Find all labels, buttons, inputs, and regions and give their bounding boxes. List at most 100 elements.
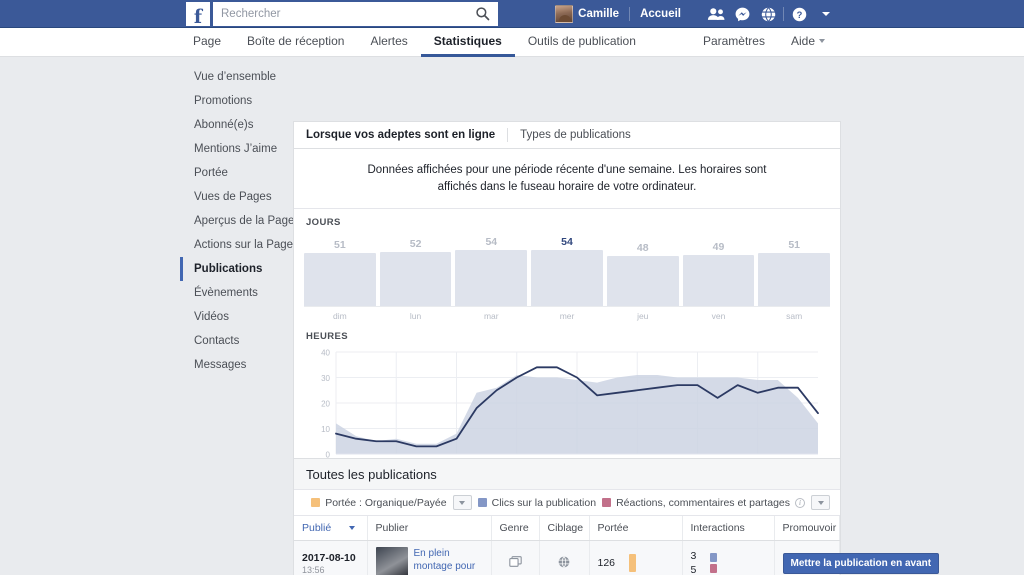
photo-album-icon [508,556,522,570]
divider [629,7,631,21]
day-value-label: 51 [334,239,346,252]
svg-text:?: ? [796,9,802,19]
legend-swatch-clicks [477,498,487,507]
day-bar-rect [531,250,603,307]
all-posts-card: Toutes les publications Portée : Organiq… [293,458,940,575]
day-label-text: ven [711,311,726,322]
day-value-label: 48 [636,242,649,255]
page-nav-left: Page Boîte de réception Alertes Statisti… [180,28,649,57]
search-icon[interactable] [475,6,490,21]
column-header-reach[interactable]: Portée [589,516,683,541]
facebook-logo-icon[interactable]: f [186,2,210,27]
day-value-label: 51 [788,239,801,252]
legend-swatch-reach [311,498,321,507]
day-value-label: 49 [712,241,725,254]
engagement-metric-dropdown[interactable] [811,495,830,510]
tab-statistiques[interactable]: Statistiques [420,28,515,57]
chart-legend: Portée : Organique/Payée Clics sur la pu… [294,490,840,516]
day-axis-label-dim: dim [304,307,376,321]
sidebar-item-likes[interactable]: Mentions J’aime [180,137,288,161]
search-box[interactable] [213,2,498,26]
cell-targeting [539,540,590,575]
day-axis-label-ven: ven [683,307,755,321]
day-label-text: sam [786,311,803,322]
day-label-text: dim [333,311,347,322]
sidebar-item-events[interactable]: Évènements [180,281,288,305]
tab-when-followers-online[interactable]: Lorsque vos adeptes sont en ligne [294,122,507,148]
reactions-bar [710,564,718,573]
reach-metric-dropdown[interactable] [452,495,472,510]
post-time: 13:56 [302,565,325,575]
hours-section-label: HEURES [306,331,348,343]
day-axis-label-mer: mer [531,307,603,321]
reach-value: 126 [597,557,616,569]
boost-post-button[interactable]: Mettre la publication en avant [782,552,940,574]
day-bar-sam[interactable]: 51 [758,239,831,307]
sidebar-item-overview[interactable]: Vue d’ensemble [180,65,288,89]
day-bar-dim[interactable]: 51 [304,239,376,307]
tab-settings[interactable]: Paramètres [690,28,778,57]
column-header-promote[interactable]: Promouvoir [774,516,840,541]
column-header-targeting[interactable]: Ciblage [539,516,590,541]
sidebar-item-messages[interactable]: Messages [180,353,288,377]
column-header-published[interactable]: Publié [294,516,368,541]
sidebar-item-publications[interactable]: Publications [180,257,288,281]
post-thumbnail[interactable] [375,547,408,575]
sidebar-item-promotions[interactable]: Promotions [180,89,288,113]
account-shortcut[interactable]: Camille [547,0,627,28]
help-label: Aide [790,34,815,48]
legend-label-reach: Portée : Organique/Payée [325,496,447,509]
tab-alerts[interactable]: Alertes [357,28,420,57]
help-icon[interactable]: ? [786,0,812,28]
account-menu-caret[interactable] [812,0,838,28]
sidebar-item-page-views[interactable]: Vues de Pages [180,185,288,209]
column-header-post[interactable]: Publier [367,516,492,541]
day-bar-mar[interactable]: 54 [455,236,528,307]
page-navigation-bar: Page Boîte de réception Alertes Statisti… [0,28,1024,57]
table-row[interactable]: 2017-08-1013:56 En plein montage pour ma … [294,540,940,575]
tab-post-types[interactable]: Types de publications [508,122,643,148]
messenger-icon[interactable] [729,0,755,28]
column-header-type[interactable]: Genre [491,516,540,541]
tab-help[interactable]: Aide [778,28,838,57]
day-axis-label-sam: sam [758,307,830,321]
info-icon[interactable]: i [795,497,805,508]
reach-bar [629,554,637,572]
day-label-text: lun [409,311,422,322]
globe-icon[interactable] [755,0,781,28]
cell-post-type [491,540,540,575]
account-name-label: Camille [578,8,620,20]
day-bar-jeu[interactable]: 48 [606,242,679,307]
sidebar-item-contacts[interactable]: Contacts [180,329,288,353]
cell-engagement: 35 [682,540,775,575]
friends-icon[interactable] [703,0,729,28]
y-tick-label-40: 40 [321,349,330,358]
sidebar-item-videos[interactable]: Vidéos [180,305,288,329]
day-bar-rect [682,255,755,307]
card-tab-strip: Lorsque vos adeptes sont en ligne Types … [294,122,840,149]
chevron-down-icon [817,500,824,505]
sidebar-item-followers[interactable]: Abonné(e)s [180,113,288,137]
post-title-link[interactable]: En plein montage pour ma vidéo de de [414,547,483,573]
post-date: 2017-08-10 [302,551,356,564]
y-tick-label-20: 20 [321,400,330,409]
cell-post[interactable]: En plein montage pour ma vidéo de de [367,540,492,575]
tab-page[interactable]: Page [180,28,234,57]
day-bar-rect [455,250,528,307]
column-header-engagement[interactable]: Interactions [682,516,775,541]
home-link[interactable]: Accueil [632,0,689,28]
day-bar-ven[interactable]: 49 [682,241,755,307]
tab-publishing-tools[interactable]: Outils de publication [515,28,649,57]
day-bar-mer[interactable]: 54 [531,236,603,307]
day-bar-lun[interactable]: 52 [379,238,452,307]
tab-inbox[interactable]: Boîte de réception [234,28,357,57]
search-input[interactable] [213,2,498,26]
day-bar-rect [379,252,452,307]
sidebar-item-reach[interactable]: Portée [180,161,288,185]
sidebar-item-page-previews[interactable]: Aperçus de la Page [180,209,294,233]
insights-sidebar: Vue d’ensemble Promotions Abonné(e)s Men… [180,65,294,377]
clicks-bar [710,553,718,562]
sidebar-item-page-actions[interactable]: Actions sur la Page [180,233,293,257]
topbar-right-group: Camille Accueil ? [547,0,1024,28]
avatar [555,5,574,23]
